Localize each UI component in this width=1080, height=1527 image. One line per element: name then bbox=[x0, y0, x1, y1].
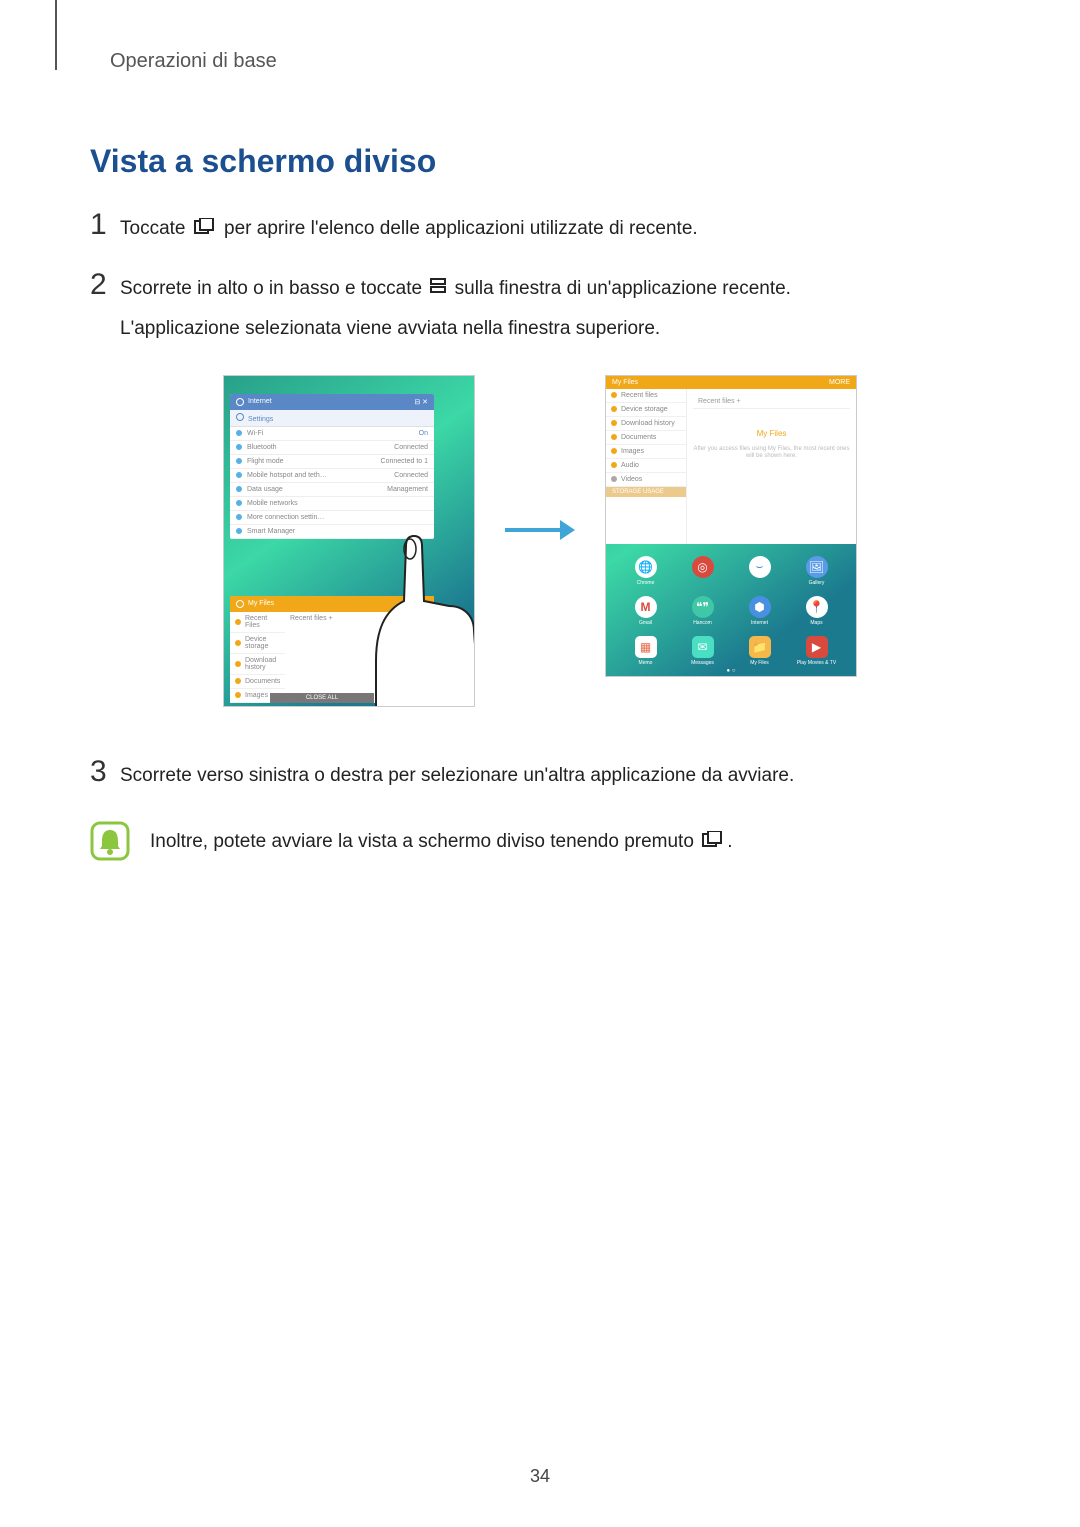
settings-header: Internet ⊟ ✕ bbox=[230, 394, 434, 410]
section-label: Operazioni di base bbox=[110, 50, 990, 73]
step-text-before: Scorrete in alto o in basso e toccate bbox=[120, 278, 427, 299]
step-text-after: sulla finestra di un'applicazione recent… bbox=[455, 278, 791, 299]
page-number: 34 bbox=[0, 1466, 1080, 1487]
files-nav: Recent Files Device storage Download his… bbox=[230, 612, 285, 703]
note-before: Inoltre, potete avviare la vista a scher… bbox=[150, 831, 699, 852]
my-files-title: My Files bbox=[693, 429, 850, 438]
tablet-left: Internet ⊟ ✕ Settings Wi-FiOn BluetoothC… bbox=[223, 375, 475, 707]
settings-panel: Internet ⊟ ✕ Settings Wi-FiOn BluetoothC… bbox=[230, 394, 434, 539]
step-text-before: Toccate bbox=[120, 218, 191, 239]
page-heading: Vista a schermo diviso bbox=[90, 143, 990, 180]
page-indicator: ● ○ bbox=[606, 668, 856, 674]
step-text-line2: L'applicazione selezionata viene avviata… bbox=[120, 314, 990, 344]
settings-header-icons: ⊟ ✕ bbox=[414, 398, 428, 406]
right-files-main: Recent files + My Files After you access… bbox=[687, 389, 856, 544]
step-body: Toccate per aprire l'elenco delle applic… bbox=[120, 210, 990, 245]
illustration: Internet ⊟ ✕ Settings Wi-FiOn BluetoothC… bbox=[90, 375, 990, 707]
recent-apps-icon bbox=[194, 214, 216, 244]
right-files-body: Recent files Device storage Download his… bbox=[606, 389, 856, 544]
app-grid: 🌐Chrome ◎ ⌣ 🖼Gallery MGmail ❝❞Hancom ⬢In… bbox=[606, 548, 856, 676]
note-after: . bbox=[727, 831, 732, 852]
hand-illustration bbox=[354, 531, 475, 707]
tablet-right: My Files MORE Recent files Device storag… bbox=[605, 375, 857, 677]
right-files-header: My Files MORE bbox=[606, 376, 856, 389]
my-files-desc: After you access files using My Files, t… bbox=[693, 446, 850, 462]
step-1: 1 Toccate per aprire l'elenco delle appl… bbox=[90, 210, 990, 245]
step-body: Scorrete verso sinistra o destra per sel… bbox=[120, 757, 990, 791]
recent-apps-icon bbox=[702, 827, 724, 857]
step-number: 2 bbox=[90, 270, 120, 300]
step-number: 1 bbox=[90, 210, 120, 240]
storage-usage: STORAGE USAGE bbox=[606, 487, 686, 497]
step-number: 3 bbox=[90, 757, 120, 787]
side-rule bbox=[55, 0, 57, 70]
split-screen-icon bbox=[430, 274, 446, 304]
right-files-tabs: Recent files + bbox=[693, 395, 850, 409]
note-text: Inoltre, potete avviare la vista a scher… bbox=[150, 821, 732, 858]
right-files-nav: Recent files Device storage Download his… bbox=[606, 389, 687, 544]
arrow-icon bbox=[505, 515, 575, 550]
settings-header-label: Internet bbox=[248, 398, 272, 405]
step-3: 3 Scorrete verso sinistra o destra per s… bbox=[90, 757, 990, 791]
bell-icon bbox=[90, 821, 130, 861]
note-row: Inoltre, potete avviare la vista a scher… bbox=[90, 821, 990, 861]
settings-list: Wi-FiOn BluetoothConnected Flight modeCo… bbox=[230, 427, 434, 539]
settings-sub: Settings bbox=[230, 410, 434, 427]
step-text-after: per aprire l'elenco delle applicazioni u… bbox=[224, 218, 698, 239]
step-2: 2 Scorrete in alto o in basso e toccate … bbox=[90, 270, 990, 345]
step-body: Scorrete in alto o in basso e toccate su… bbox=[120, 270, 990, 345]
